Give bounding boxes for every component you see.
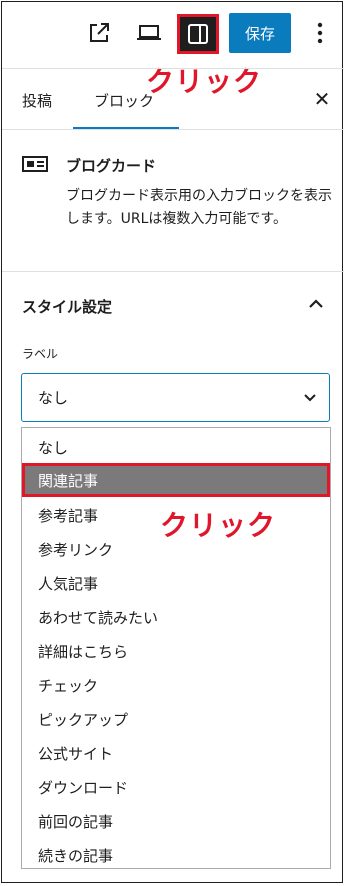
chevron-up-icon[interactable] [306,294,326,314]
option-item[interactable]: なし [22,430,330,464]
click-annotation-list: クリック [160,509,277,542]
tab-block[interactable]: ブロック [94,90,154,111]
external-link-icon[interactable] [86,20,112,46]
divider [2,129,344,130]
more-options-icon[interactable] [310,18,330,48]
option-item[interactable]: 詳細はこちら [22,634,330,668]
block-title: ブログカード [66,157,157,175]
settings-panel-toggle-button[interactable] [177,14,219,54]
sidebar-panel-icon [188,24,208,44]
close-icon[interactable]: ✕ [311,87,333,111]
select-value: なし [38,389,69,407]
option-item[interactable]: あわせて読みたい [22,600,330,634]
style-settings-title[interactable]: スタイル設定 [22,296,112,317]
option-item[interactable]: ダウンロード [22,770,330,804]
preview-laptop-icon[interactable] [136,20,162,46]
option-item[interactable]: 前回の記事 [22,804,330,838]
label-field-label: ラベル [22,347,59,361]
label-options-list: なし 関連記事 参考記事 参考リンク 人気記事 あわせて読みたい 詳細はこちら … [21,427,331,869]
divider [2,271,344,272]
option-item[interactable]: 続きの記事 [22,838,330,872]
option-item[interactable]: チェック [22,668,330,702]
label-select[interactable]: なし [21,373,330,422]
chevron-down-icon [304,394,316,402]
option-item-highlighted[interactable]: 関連記事 [22,463,330,497]
blog-card-block-icon [22,156,48,172]
option-item[interactable]: 公式サイト [22,736,330,770]
tab-post[interactable]: 投稿 [22,90,52,111]
divider [2,68,344,69]
option-item[interactable]: ピックアップ [22,702,330,736]
block-description: ブログカード表示用の入力ブロックを表示します。URLは複数入力可能です。 [66,188,332,227]
editor-toolbar: 保存 [0,0,346,68]
click-annotation-top: クリック [146,65,263,98]
save-button[interactable]: 保存 [229,13,291,53]
option-item[interactable]: 人気記事 [22,566,330,600]
